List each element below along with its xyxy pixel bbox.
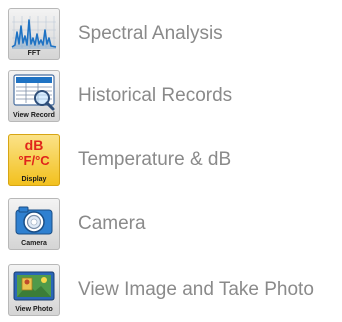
icon-caption: View Record xyxy=(13,112,55,119)
menu-item-spectral-analysis[interactable]: FFT Spectral Analysis xyxy=(0,4,342,60)
menu-item-label: Camera xyxy=(78,213,146,234)
fft-spectrum-icon: FFT xyxy=(8,8,60,60)
menu-item-label: Temperature & dB xyxy=(78,149,232,170)
view-photo-icon: View Photo xyxy=(8,264,60,316)
menu-item-label: View Image and Take Photo xyxy=(78,279,314,300)
icon-text-db: dB xyxy=(24,137,44,153)
menu-item-temperature-db[interactable]: dB °F/°C Display Temperature & dB xyxy=(0,130,342,186)
icon-caption: View Photo xyxy=(15,306,53,313)
menu-item-historical-records[interactable]: View Record Historical Records xyxy=(0,66,342,122)
icon-caption: FFT xyxy=(27,50,41,57)
menu-item-view-photo[interactable]: View Photo View Image and Take Photo xyxy=(0,260,342,316)
icon-caption: Camera xyxy=(21,240,47,247)
menu-item-camera[interactable]: Camera Camera xyxy=(0,194,342,250)
temperature-db-display-icon: dB °F/°C Display xyxy=(8,134,60,186)
camera-icon: Camera xyxy=(8,198,60,250)
view-record-icon: View Record xyxy=(8,70,60,122)
icon-text-unit: °F/°C xyxy=(18,153,50,168)
menu-item-label: Spectral Analysis xyxy=(78,23,223,44)
icon-caption: Display xyxy=(21,176,47,183)
menu-item-label: Historical Records xyxy=(78,85,233,106)
